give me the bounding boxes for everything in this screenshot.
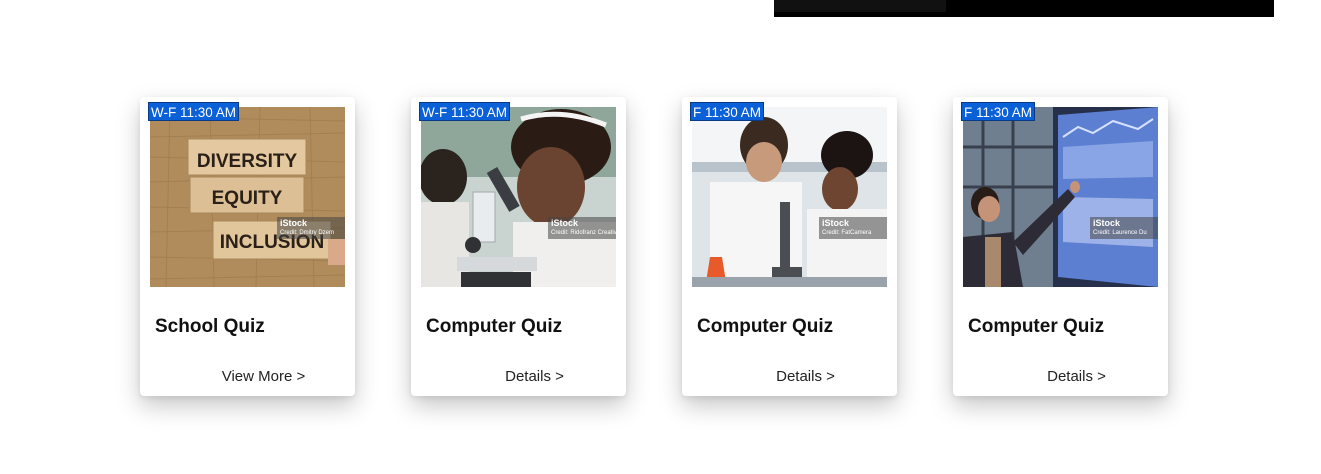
quiz-title: Computer Quiz [968, 316, 1105, 337]
quiz-title: School Quiz [155, 316, 265, 337]
quiz-image-lab: iStock Credit: FatCamera [692, 107, 887, 287]
block-text-diversity: DIVERSITY [197, 151, 298, 172]
block-text-equity: EQUITY [212, 188, 283, 209]
image-watermark: iStock Credit: Ridofranz Creative Re [548, 217, 616, 239]
quiz-title: Computer Quiz [697, 316, 834, 337]
details-link[interactable]: Details > [411, 368, 626, 385]
schedule-badge: W-F 11:30 AM [419, 102, 511, 121]
quiz-card[interactable]: F 11:30 AM iStock Credit: FatCamera Comp… [682, 97, 897, 396]
image-watermark: iStock Credit: Dmitry Dzem [277, 217, 345, 239]
schedule-badge: W-F 11:30 AM [148, 102, 240, 121]
image-watermark: iStock Credit: FatCamera [819, 217, 887, 239]
quiz-card[interactable]: W-F 11:30 AM iStock Credit: Ridofranz Cr… [411, 97, 626, 396]
details-link[interactable]: Details > [953, 368, 1168, 385]
schedule-badge: F 11:30 AM [961, 102, 1036, 121]
image-watermark: iStock Credit: Laurence Du [1090, 217, 1158, 239]
quiz-image-microscope: iStock Credit: Ridofranz Creative Re [421, 107, 616, 287]
quiz-image-diversity: DIVERSITY EQUITY INCLUSION iStock Credit… [150, 107, 345, 287]
schedule-badge: F 11:30 AM [690, 102, 765, 121]
details-link[interactable]: Details > [682, 368, 897, 385]
view-more-link[interactable]: View More > [140, 368, 355, 385]
quiz-title: Computer Quiz [426, 316, 563, 337]
quiz-image-screen: iStock Credit: Laurence Du [963, 107, 1158, 287]
quiz-card-list: W-F 11:30 AM DIVERSITY EQUITY INCLUSION … [0, 0, 1321, 474]
quiz-card[interactable]: W-F 11:30 AM DIVERSITY EQUITY INCLUSION … [140, 97, 355, 396]
quiz-card[interactable]: F 11:30 AM iStock Credit: Laurence Du Co… [953, 97, 1168, 396]
